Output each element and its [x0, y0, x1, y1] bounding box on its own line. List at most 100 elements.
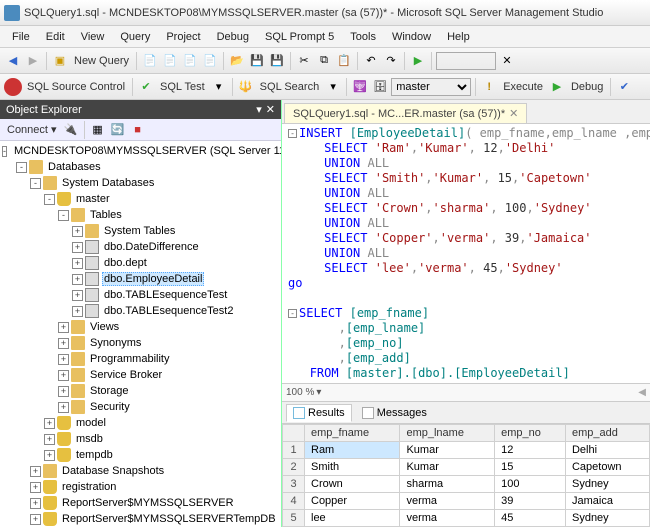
sql-search-icon[interactable]: 🔱 [237, 78, 255, 96]
tree-node[interactable]: +model [0, 415, 281, 431]
tree-node[interactable]: +Service Broker [0, 367, 281, 383]
tree-server[interactable]: -MCNDESKTOP08\MYMSSQLSERVER (SQL Server … [0, 143, 281, 159]
nav-fwd-icon[interactable]: ▶ [24, 52, 42, 70]
cell[interactable]: 12 [495, 442, 566, 459]
cell[interactable]: Ram [305, 442, 400, 459]
db-chooser-icon[interactable]: 🗄 [371, 78, 389, 96]
tree-node[interactable]: +Storage [0, 383, 281, 399]
tree-table-item[interactable]: +dbo.dept [0, 255, 281, 271]
execute-icon[interactable]: ! [480, 78, 498, 96]
table-row[interactable]: 5leeverma45Sydney [283, 510, 650, 527]
cell[interactable]: Copper [305, 493, 400, 510]
cell[interactable]: Capetown [565, 459, 649, 476]
chevron-down-icon[interactable]: ▾ [210, 78, 228, 96]
copy-icon[interactable]: ⧉ [315, 52, 333, 70]
pane-dropdown-icon[interactable]: ▾ [256, 103, 262, 116]
debug-run-icon[interactable]: ▶ [548, 78, 566, 96]
parse-icon[interactable]: ✔ [615, 78, 633, 96]
tree-databases[interactable]: -Databases [0, 159, 281, 175]
menu-help[interactable]: Help [439, 31, 478, 43]
cell[interactable]: verma [400, 493, 495, 510]
tb-icon-2[interactable]: 📄 [161, 52, 179, 70]
new-query-icon[interactable]: ▣ [51, 52, 69, 70]
messages-tab[interactable]: Messages [356, 405, 433, 421]
cell[interactable]: verma [400, 510, 495, 527]
menu-tools[interactable]: Tools [342, 31, 384, 43]
clear-icon[interactable]: ✕ [498, 52, 516, 70]
cell[interactable]: Kumar [400, 459, 495, 476]
cell[interactable]: Smith [305, 459, 400, 476]
zoom-dropdown-icon[interactable]: ▾ [316, 387, 321, 398]
tree-node[interactable]: +Database Snapshots [0, 463, 281, 479]
tree-master[interactable]: -master [0, 191, 281, 207]
sql-test-button[interactable]: SQL Test [157, 81, 208, 93]
tree[interactable]: -MCNDESKTOP08\MYMSSQLSERVER (SQL Server … [0, 141, 281, 527]
tree-node[interactable]: +msdb [0, 431, 281, 447]
tb-icon-4[interactable]: 📄 [201, 52, 219, 70]
menu-edit[interactable]: Edit [38, 31, 73, 43]
table-row[interactable]: 2SmithKumar15Capetown [283, 459, 650, 476]
sql-search-button[interactable]: SQL Search [257, 81, 323, 93]
cell[interactable]: Sydney [565, 476, 649, 493]
tree-node[interactable]: +tempdb [0, 447, 281, 463]
debug-button[interactable]: Debug [568, 81, 606, 93]
run-icon[interactable]: ▶ [409, 52, 427, 70]
tree-table-item[interactable]: +dbo.DateDifference [0, 239, 281, 255]
reg-icon[interactable]: 🕎 [351, 78, 369, 96]
tree-node[interactable]: +Views [0, 319, 281, 335]
editor-tab[interactable]: SQLQuery1.sql - MC...ER.master (sa (57))… [284, 103, 527, 123]
cell[interactable]: Jamaica [565, 493, 649, 510]
sql-editor[interactable]: -INSERT [EmployeeDetail]( emp_fname,emp_… [282, 124, 650, 383]
tree-node[interactable]: +ReportServer$MYMSSQLSERVERTempDB [0, 511, 281, 527]
tab-close-icon[interactable]: ✕ [509, 107, 518, 120]
cell[interactable]: Delhi [565, 442, 649, 459]
sql-test-icon[interactable]: ✔ [137, 78, 155, 96]
saveall-icon[interactable]: 💾 [268, 52, 286, 70]
cell[interactable]: Kumar [400, 442, 495, 459]
cell[interactable]: 39 [495, 493, 566, 510]
redo-icon[interactable]: ↷ [382, 52, 400, 70]
menu-view[interactable]: View [73, 31, 113, 43]
results-grid[interactable]: emp_fnameemp_lnameemp_noemp_add1RamKumar… [282, 423, 650, 527]
col-header[interactable]: emp_no [495, 425, 566, 442]
cell[interactable]: 15 [495, 459, 566, 476]
cell[interactable]: 100 [495, 476, 566, 493]
undo-icon[interactable]: ↶ [362, 52, 380, 70]
src-ctrl-icon[interactable] [4, 78, 22, 96]
scroll-left-icon[interactable]: ◀ [638, 387, 646, 398]
tree-tables[interactable]: -Tables [0, 207, 281, 223]
new-query-button[interactable]: New Query [71, 55, 132, 67]
open-icon[interactable]: 📂 [228, 52, 246, 70]
execute-button[interactable]: Execute [500, 81, 546, 93]
tb-icon-1[interactable]: 📄 [141, 52, 159, 70]
src-ctrl-button[interactable]: SQL Source Control [24, 81, 128, 93]
tree-table-item[interactable]: +dbo.TABLEsequenceTest2 [0, 303, 281, 319]
tb-icon-3[interactable]: 📄 [181, 52, 199, 70]
table-row[interactable]: 3Crownsharma100Sydney [283, 476, 650, 493]
save-icon[interactable]: 💾 [248, 52, 266, 70]
tree-node[interactable]: +registration [0, 479, 281, 495]
filter-icon[interactable]: ▦ [89, 121, 107, 139]
tree-node[interactable]: +Security [0, 399, 281, 415]
stop-icon[interactable]: ■ [129, 121, 147, 139]
col-header[interactable]: emp_fname [305, 425, 400, 442]
database-combo[interactable]: master [391, 78, 471, 96]
connect-button[interactable]: Connect ▾ [4, 123, 60, 136]
tree-table-item[interactable]: +dbo.TABLEsequenceTest [0, 287, 281, 303]
connect-plug-icon[interactable]: 🔌 [62, 121, 80, 139]
zoom-value[interactable]: 100 % [286, 387, 314, 398]
tree-sysdb[interactable]: -System Databases [0, 175, 281, 191]
cell[interactable]: 45 [495, 510, 566, 527]
menu-window[interactable]: Window [384, 31, 439, 43]
menu-file[interactable]: File [4, 31, 38, 43]
table-row[interactable]: 4Copperverma39Jamaica [283, 493, 650, 510]
cell[interactable]: sharma [400, 476, 495, 493]
col-header[interactable]: emp_add [565, 425, 649, 442]
cell[interactable]: Sydney [565, 510, 649, 527]
nav-back-icon[interactable]: ◀ [4, 52, 22, 70]
tree-node[interactable]: +ReportServer$MYMSSQLSERVER [0, 495, 281, 511]
paste-icon[interactable]: 📋 [335, 52, 353, 70]
menu-sqlprompt[interactable]: SQL Prompt 5 [257, 31, 342, 43]
menu-debug[interactable]: Debug [209, 31, 257, 43]
cut-icon[interactable]: ✂ [295, 52, 313, 70]
